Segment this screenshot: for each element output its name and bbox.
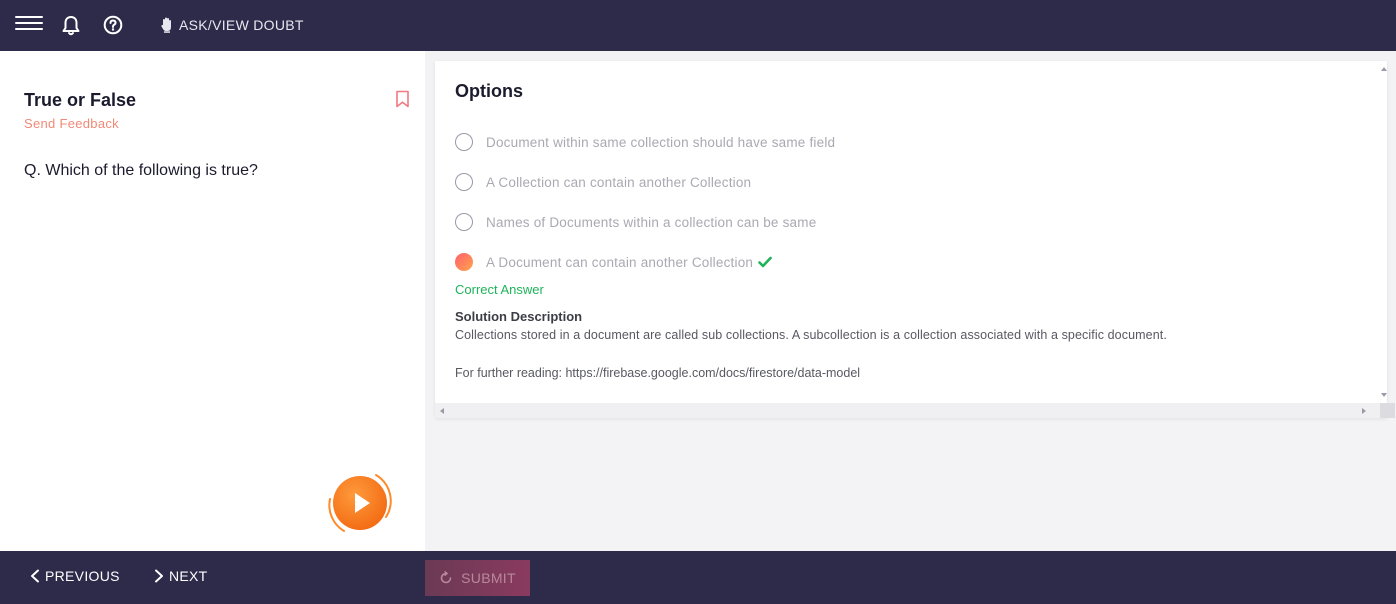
option-label: Names of Documents within a collection c… (486, 214, 817, 230)
play-button[interactable] (326, 469, 394, 537)
radio-button[interactable] (455, 213, 473, 231)
ask-doubt-label: ASK/VIEW DOUBT (179, 17, 304, 33)
previous-label: PREVIOUS (45, 568, 120, 584)
chevron-right-icon (155, 569, 163, 583)
ask-doubt-button[interactable]: ASK/VIEW DOUBT (160, 17, 304, 33)
vertical-scrollbar[interactable] (1380, 61, 1387, 403)
scroll-left-icon[interactable] (440, 408, 444, 414)
options-title: Options (455, 81, 523, 101)
question-panel: True or False Send Feedback Q. Which of … (0, 51, 425, 551)
chevron-left-icon (31, 569, 39, 583)
radio-button-selected[interactable] (455, 253, 473, 271)
refresh-icon (440, 571, 452, 584)
correct-answer-label: Correct Answer (455, 282, 544, 297)
option-label: A Document can contain another Collectio… (486, 254, 754, 270)
hand-icon (161, 17, 171, 33)
option-4[interactable]: A Document can contain another Collectio… (455, 253, 772, 271)
check-icon (758, 256, 772, 268)
bell-icon[interactable] (61, 15, 81, 37)
radio-button[interactable] (455, 133, 473, 151)
question-text: Q. Which of the following is true? (24, 162, 258, 179)
next-label: NEXT (169, 568, 208, 584)
option-label: A Collection can contain another Collect… (486, 174, 752, 190)
bookmark-icon[interactable] (395, 90, 410, 108)
option-2[interactable]: A Collection can contain another Collect… (455, 173, 751, 191)
help-icon[interactable] (103, 15, 123, 35)
further-reading: For further reading: https://firebase.go… (455, 366, 861, 380)
top-bar: ASK/VIEW DOUBT (0, 0, 1396, 51)
option-1[interactable]: Document within same collection should h… (455, 133, 835, 151)
scroll-down-icon[interactable] (1381, 393, 1387, 397)
option-3[interactable]: Names of Documents within a collection c… (455, 213, 816, 231)
menu-icon[interactable] (15, 16, 43, 34)
submit-label: SUBMIT (461, 570, 516, 586)
scroll-right-icon[interactable] (1362, 408, 1366, 414)
radio-button[interactable] (455, 173, 473, 191)
scrollbar-corner (1380, 403, 1395, 418)
previous-button[interactable]: PREVIOUS (29, 568, 120, 584)
next-button[interactable]: NEXT (153, 568, 208, 584)
submit-button[interactable]: SUBMIT (425, 560, 530, 596)
option-label: Document within same collection should h… (486, 134, 836, 150)
question-type-title: True or False (24, 90, 137, 110)
options-card: Options Document within same collection … (435, 61, 1395, 418)
bottom-bar: PREVIOUS NEXT SUBMIT (0, 551, 1396, 604)
horizontal-scrollbar[interactable] (435, 403, 1380, 418)
scroll-up-icon[interactable] (1381, 67, 1387, 71)
send-feedback-link[interactable]: Send Feedback (24, 116, 119, 131)
answer-area: Options Document within same collection … (425, 51, 1396, 551)
solution-description: Collections stored in a document are cal… (455, 328, 1167, 342)
solution-title: Solution Description (455, 309, 583, 324)
